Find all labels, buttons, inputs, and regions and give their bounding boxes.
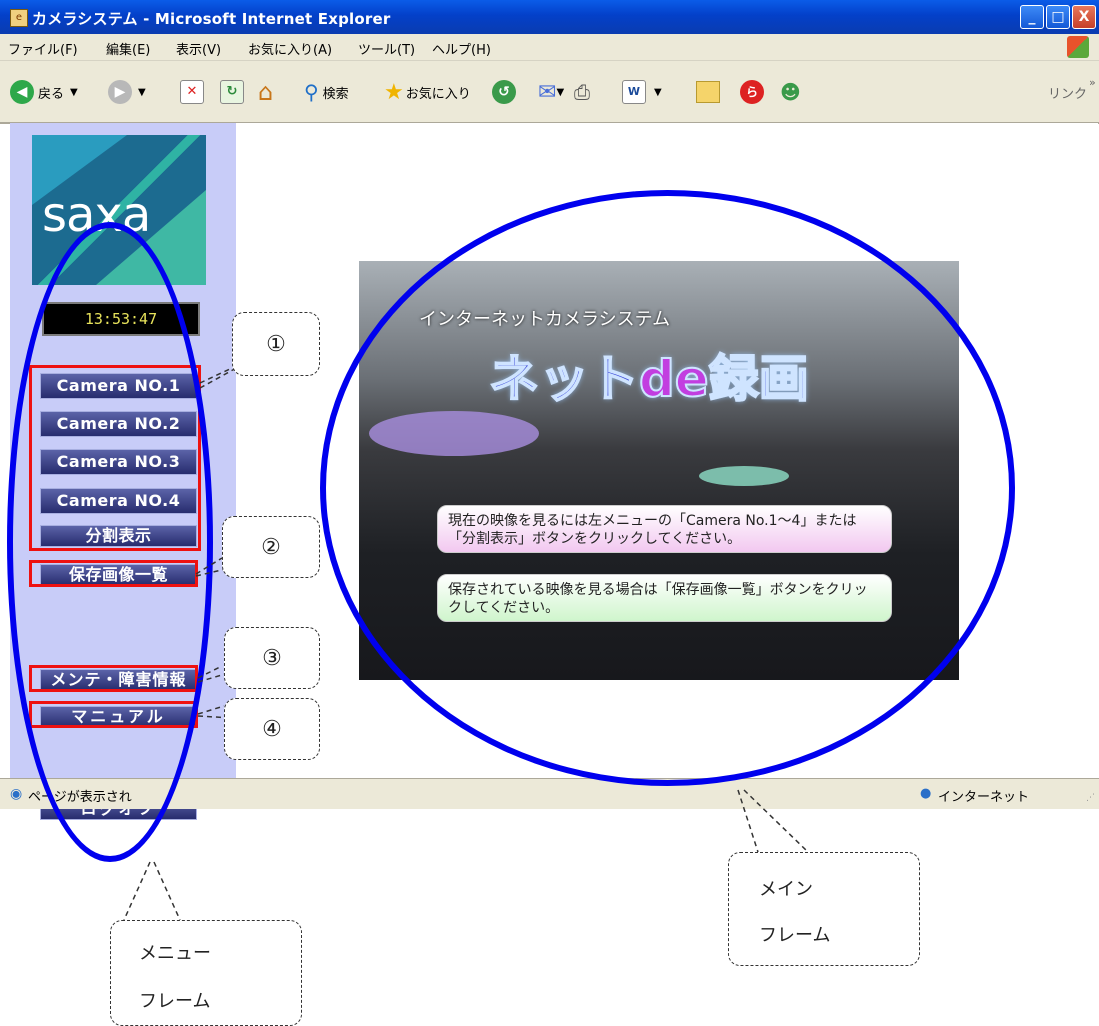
callout-1: ① (232, 312, 320, 376)
callout-text: メニュー (139, 943, 211, 964)
callout-lines (123, 365, 809, 921)
callout-2: ② (222, 516, 320, 578)
callout-line (123, 861, 181, 921)
callout-3: ③ (224, 627, 320, 689)
main-frame-callout: メイン フレーム (728, 852, 920, 966)
menu-frame-callout: メニュー フレーム (110, 920, 302, 1026)
callout-line (737, 789, 809, 853)
callout-text: メイン (759, 879, 813, 900)
callout-4: ④ (224, 698, 320, 760)
callout-text: フレーム (139, 991, 211, 1012)
callout-text: フレーム (759, 925, 831, 946)
